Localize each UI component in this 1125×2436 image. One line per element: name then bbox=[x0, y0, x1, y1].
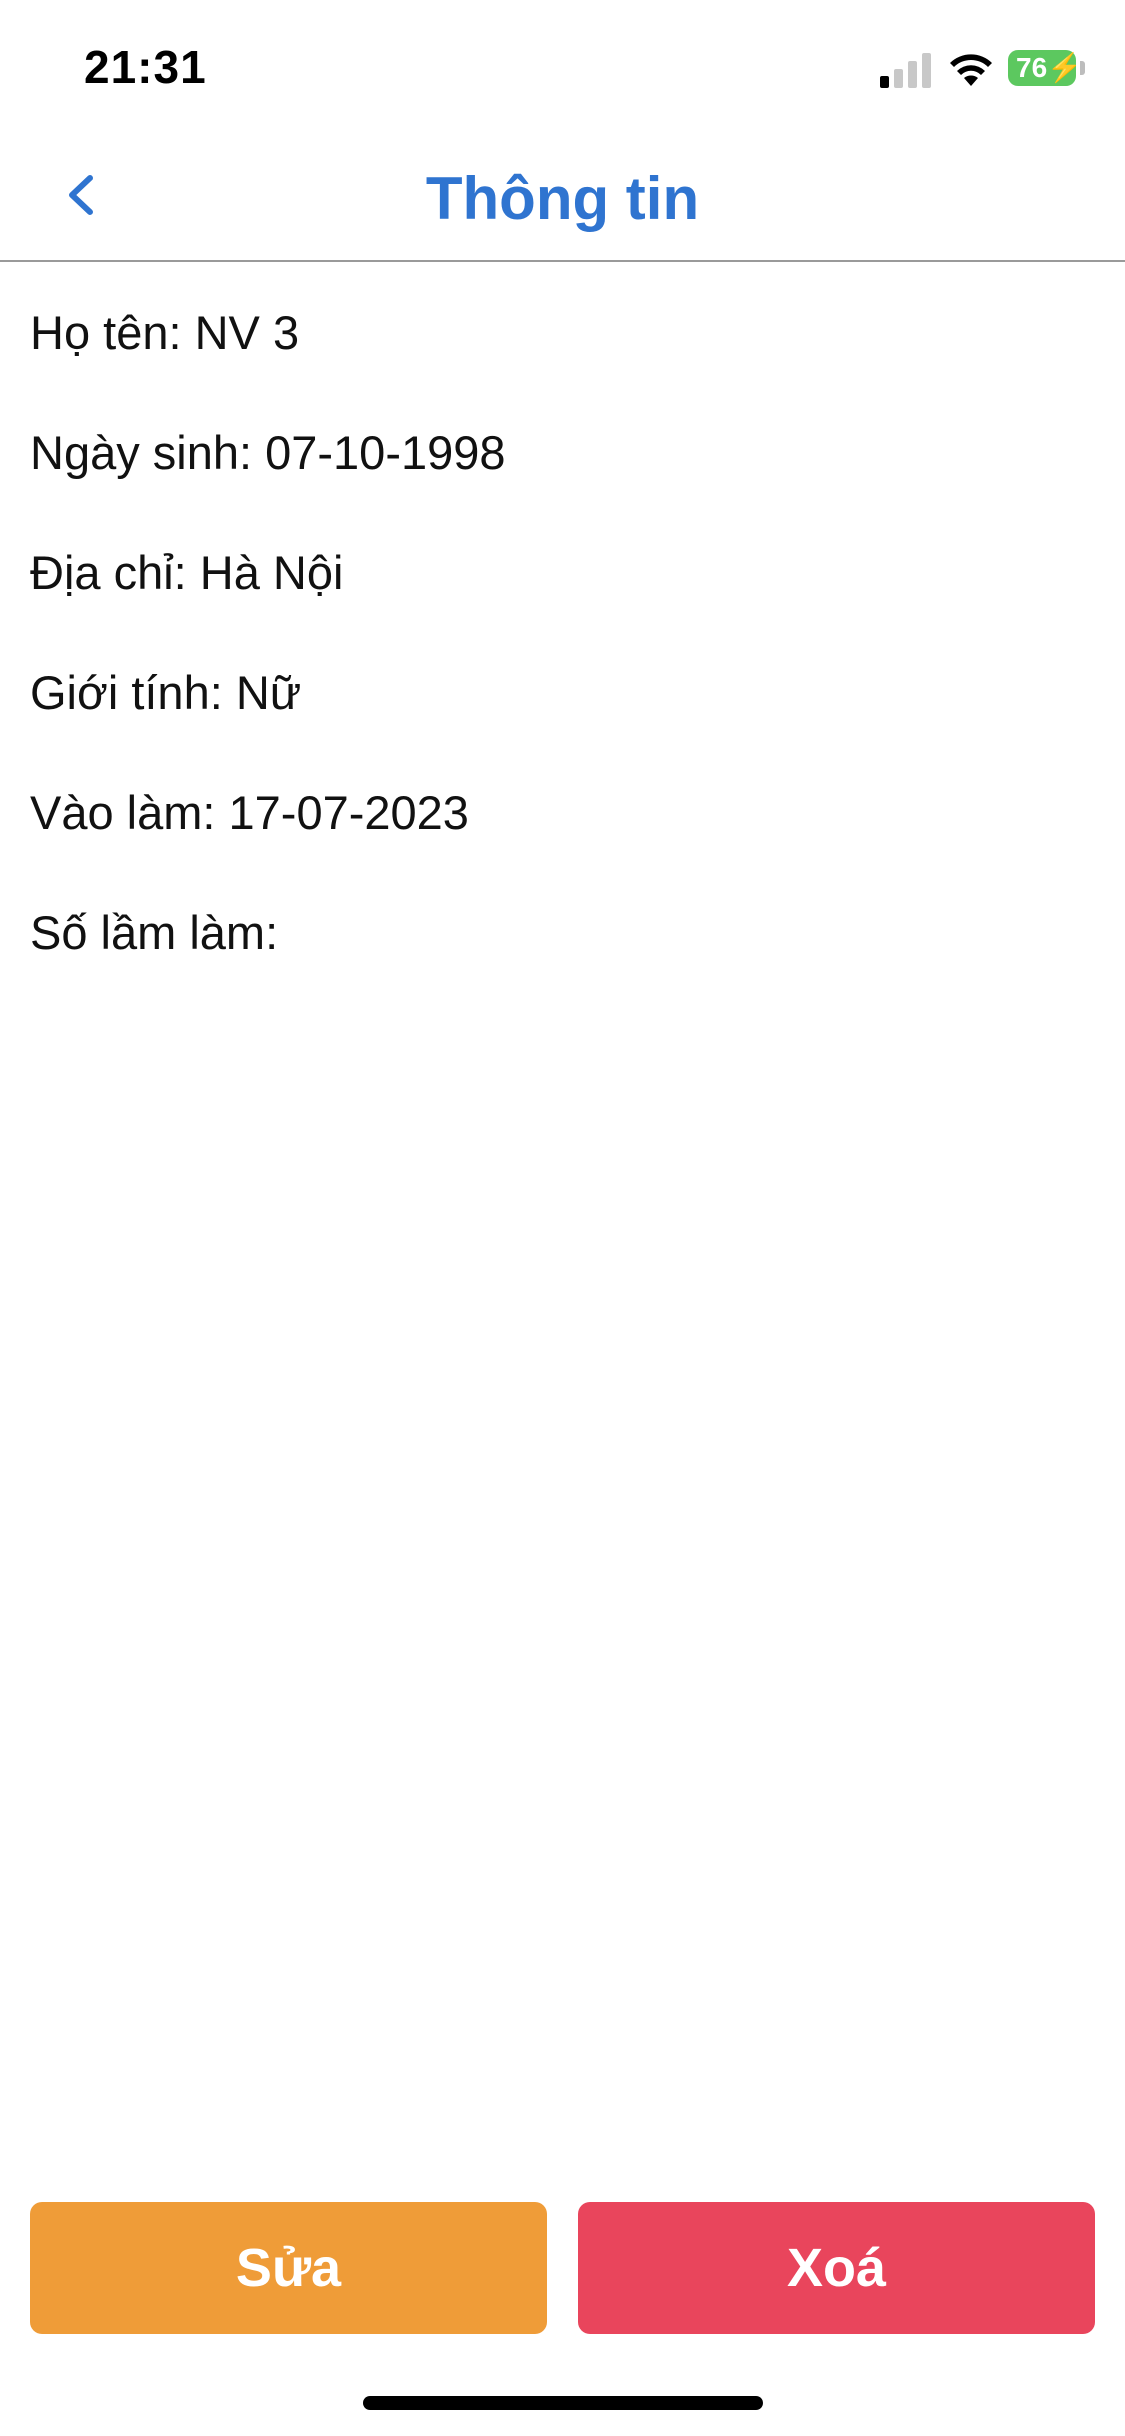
home-indicator[interactable] bbox=[363, 2396, 763, 2410]
status-bar: 21:31 76⚡ bbox=[0, 0, 1125, 130]
delete-button[interactable]: Xoá bbox=[578, 2202, 1095, 2334]
edit-button[interactable]: Sửa bbox=[30, 2202, 547, 2334]
wifi-icon bbox=[950, 54, 992, 86]
battery-cap bbox=[1080, 61, 1085, 75]
info-gender: Giới tính: Nữ bbox=[30, 666, 302, 719]
cellular-signal-icon bbox=[880, 52, 932, 88]
info-mistakes: Số lầm làm: bbox=[30, 906, 279, 959]
info-birthday: Ngày sinh: 07-10-1998 bbox=[30, 426, 506, 479]
employee-info-list: Họ tên: NV 3 Ngày sinh: 07-10-1998 Địa c… bbox=[30, 300, 1090, 1020]
page-title: Thông tin bbox=[425, 165, 700, 232]
info-start-date: Vào làm: 17-07-2023 bbox=[30, 786, 469, 839]
battery-charging-icon: 76⚡ bbox=[1008, 50, 1082, 86]
nav-header: Thông tin bbox=[0, 130, 1125, 262]
info-name: Họ tên: NV 3 bbox=[30, 306, 300, 359]
status-time: 21:31 bbox=[84, 41, 207, 93]
info-address: Địa chỉ: Hà Nội bbox=[30, 546, 344, 599]
battery-level: 76 bbox=[1016, 52, 1048, 83]
charging-bolt-icon: ⚡ bbox=[1047, 52, 1083, 83]
action-bar: Sửa Xoá bbox=[30, 2202, 1095, 2334]
